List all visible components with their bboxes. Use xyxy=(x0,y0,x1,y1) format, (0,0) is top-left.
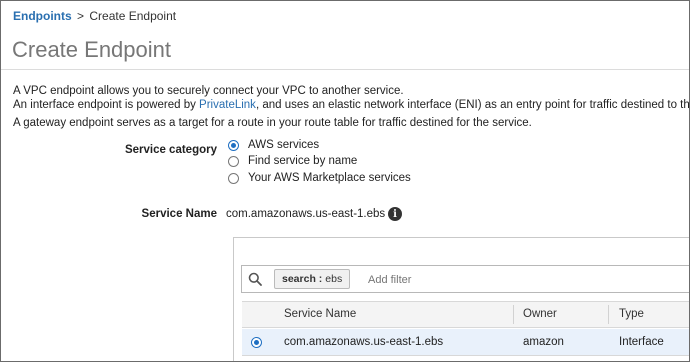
description-line-1: A VPC endpoint allows you to securely co… xyxy=(13,85,404,97)
radio-aws-services-label: AWS services xyxy=(248,139,320,151)
privatelink-link[interactable]: PrivateLink xyxy=(199,99,256,111)
info-icon[interactable]: i xyxy=(388,207,402,221)
column-divider xyxy=(513,305,514,324)
radio-marketplace-services[interactable]: Your AWS Marketplace services xyxy=(228,172,411,184)
column-header-service-name[interactable]: Service Name xyxy=(284,308,356,320)
service-name-label: Service Name xyxy=(141,208,217,220)
description-line-2: An interface endpoint is powered by Priv… xyxy=(13,99,690,111)
row-service-name: com.amazonaws.us-east-1.ebs xyxy=(284,336,444,348)
breadcrumb: Endpoints > Create Endpoint xyxy=(13,9,176,23)
radio-button[interactable] xyxy=(228,155,239,167)
add-filter-input[interactable] xyxy=(368,273,568,287)
description-line-2-text: An interface endpoint is powered by xyxy=(13,99,196,111)
breadcrumb-separator: > xyxy=(77,9,85,23)
column-header-type[interactable]: Type xyxy=(619,308,644,320)
row-select-radio[interactable] xyxy=(251,337,262,348)
filter-chip-value: ebs xyxy=(325,273,343,285)
search-icon xyxy=(248,272,262,286)
column-divider xyxy=(608,305,609,324)
title-divider xyxy=(1,69,689,70)
row-type: Interface xyxy=(619,336,664,348)
search-filter-chip[interactable]: search : ebs xyxy=(274,269,351,289)
radio-find-service-by-name[interactable]: Find service by name xyxy=(228,155,357,167)
description-line-2-rest: , and uses an elastic network interface … xyxy=(255,99,690,111)
radio-button[interactable] xyxy=(228,172,239,184)
filter-chip-key: search : xyxy=(282,273,323,285)
window-frame: Endpoints > Create Endpoint Create Endpo… xyxy=(0,0,690,362)
radio-button-selected[interactable] xyxy=(228,139,239,151)
column-header-owner[interactable]: Owner xyxy=(523,308,557,320)
radio-aws-services[interactable]: AWS services xyxy=(228,139,319,151)
page-title: Create Endpoint xyxy=(12,37,171,62)
service-category-label: Service category xyxy=(124,144,217,156)
description-line-3: A gateway endpoint serves as a target fo… xyxy=(13,117,532,129)
breadcrumb-current: Create Endpoint xyxy=(89,9,177,23)
service-name-value: com.amazonaws.us-east-1.ebs xyxy=(226,208,386,220)
breadcrumb-endpoints-link[interactable]: Endpoints xyxy=(13,9,72,23)
radio-find-service-label: Find service by name xyxy=(248,155,358,167)
radio-marketplace-label: Your AWS Marketplace services xyxy=(248,172,411,184)
row-owner: amazon xyxy=(523,336,564,348)
